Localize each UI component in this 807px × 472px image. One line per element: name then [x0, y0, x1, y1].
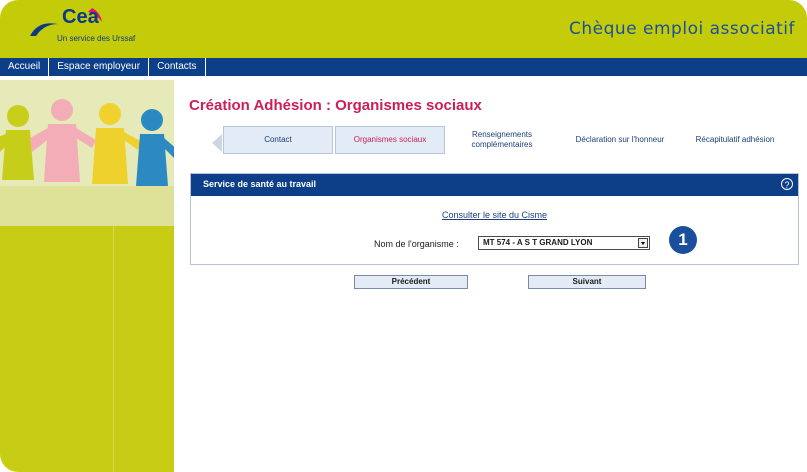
service-sante-panel: Service de santé au travail ? Consulter … [190, 173, 799, 265]
callout-badge: 1 [669, 226, 697, 254]
sidebar-panel [0, 226, 174, 472]
nav-item-accueil[interactable]: Accueil [0, 58, 50, 76]
chevron-down-icon[interactable] [638, 238, 648, 248]
nav-item-espace-employeur[interactable]: Espace employeur [49, 58, 150, 76]
cisme-site-link[interactable]: Consulter le site du Cisme [191, 210, 798, 220]
next-button[interactable]: Suivant [528, 275, 646, 289]
sidebar-divider [113, 226, 114, 472]
panel-title: Service de santé au travail [203, 179, 317, 189]
cea-logo[interactable]: Cea Un service des Urssaf [24, 6, 144, 54]
tab-renseignements-complementaires[interactable]: Renseignements complémentaires [447, 126, 557, 154]
tab-recapitulatif-adhesion[interactable]: Récapitulatif adhésion [680, 126, 790, 154]
people-chain-illustration [0, 80, 174, 226]
tab-contact[interactable]: Contact [223, 126, 333, 154]
tab-declaration-honneur[interactable]: Déclaration sur l'honneur [562, 126, 678, 154]
page-title: Création Adhésion : Organismes sociaux [189, 97, 482, 114]
org-name-label: Nom de l'organisme : [374, 239, 459, 249]
org-name-select[interactable]: MT 574 - A S T GRAND LYON [478, 236, 650, 250]
logo-subtitle: Un service des Urssaf [57, 34, 136, 43]
org-name-select-value: MT 574 - A S T GRAND LYON [483, 238, 593, 247]
tab-organismes-sociaux[interactable]: Organismes sociaux [335, 126, 445, 154]
previous-button[interactable]: Précédent [354, 275, 468, 289]
wizard-tabs: Contact Organismes sociaux Renseignement… [212, 126, 792, 156]
site-header: Cea Un service des Urssaf Chèque emploi … [0, 0, 807, 58]
question-circle-icon[interactable]: ? [781, 178, 793, 190]
panel-header: Service de santé au travail ? [191, 174, 798, 196]
nav-item-contacts[interactable]: Contacts [149, 58, 206, 76]
app-window: Cea Un service des Urssaf Chèque emploi … [0, 0, 807, 472]
app-title: Chèque emploi associatif [569, 19, 795, 39]
sidebar-illustration [0, 80, 174, 226]
tabs-back-arrow-icon[interactable] [212, 134, 222, 152]
logo-text: Cea [62, 6, 99, 28]
main-nav: Accueil Espace employeur Contacts [0, 58, 807, 76]
